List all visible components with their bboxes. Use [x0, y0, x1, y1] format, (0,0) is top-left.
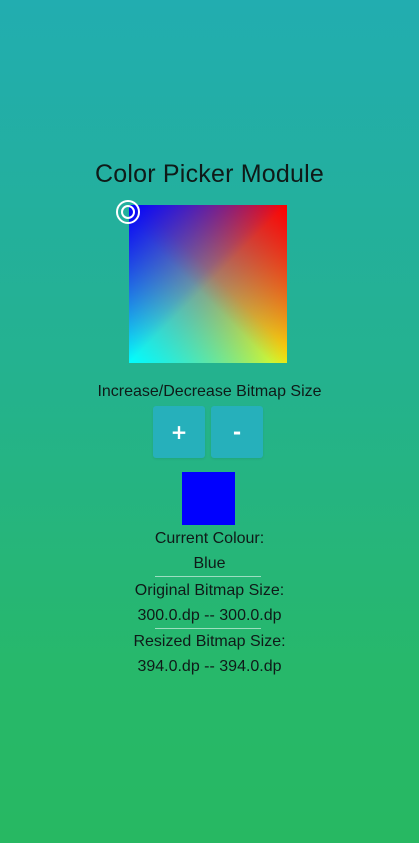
- current-colour-swatch: [182, 472, 235, 525]
- increase-size-button[interactable]: +: [153, 406, 205, 458]
- divider: [155, 628, 261, 629]
- current-colour-label: Current Colour:: [154, 530, 265, 547]
- current-colour-name: Blue: [193, 555, 226, 572]
- divider: [155, 576, 261, 577]
- original-size-value: 300.0.dp -- 300.0.dp: [137, 607, 282, 624]
- bitmap-size-label: Increase/Decrease Bitmap Size: [97, 383, 322, 400]
- color-gradient-square[interactable]: [129, 205, 287, 363]
- target-ring-icon[interactable]: [116, 200, 140, 224]
- decrease-size-button[interactable]: -: [211, 406, 263, 458]
- resized-size-value: 394.0.dp -- 394.0.dp: [137, 658, 282, 675]
- original-size-label: Original Bitmap Size:: [134, 582, 285, 599]
- resized-size-label: Resized Bitmap Size:: [133, 633, 286, 650]
- page-title: Color Picker Module: [95, 160, 324, 188]
- color-picker-area[interactable]: [116, 200, 287, 363]
